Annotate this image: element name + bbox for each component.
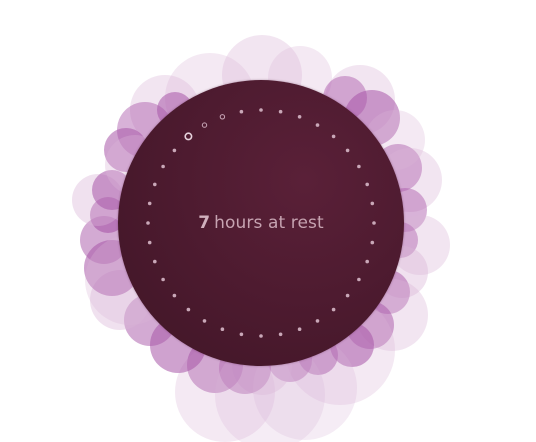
dial-tick [315,319,320,323]
dial-tick [357,164,361,169]
dial-tick [278,332,283,337]
dial-tick [372,221,376,225]
dial-tick [161,164,165,169]
dial-tick [172,148,177,153]
dial-ticks [146,108,376,338]
dial-tick [370,240,375,245]
dial-tick [331,134,336,139]
dial-tick [201,122,208,128]
dial-tick [146,221,150,225]
dial-tick [219,114,226,120]
dial-tick [365,182,370,187]
dial-tick [297,327,302,332]
dial-tick [357,277,361,282]
dial-tick [239,332,244,337]
dial-tick [161,277,165,282]
dial-tick [345,148,350,153]
sleep-visualization: 7 hours at rest [0,0,536,442]
dial-current-marker [184,132,193,141]
dial-tick [370,201,375,206]
dial-tick [147,201,152,206]
dial-tick [153,259,157,264]
dial-tick [278,109,283,114]
dial-tick [365,259,370,264]
dial-tick [239,109,244,114]
dial-tick [315,123,320,127]
dial-tick [345,293,350,298]
dial-tick [259,334,263,338]
dial-tick [331,307,336,312]
dial-tick [202,319,207,323]
dial-tick [172,293,177,298]
dial-tick [153,182,157,187]
dial-tick [147,240,152,245]
dial-tick [297,115,302,119]
dial-tick [259,108,263,112]
dial-tick [220,327,225,332]
dial-tick [186,307,191,312]
